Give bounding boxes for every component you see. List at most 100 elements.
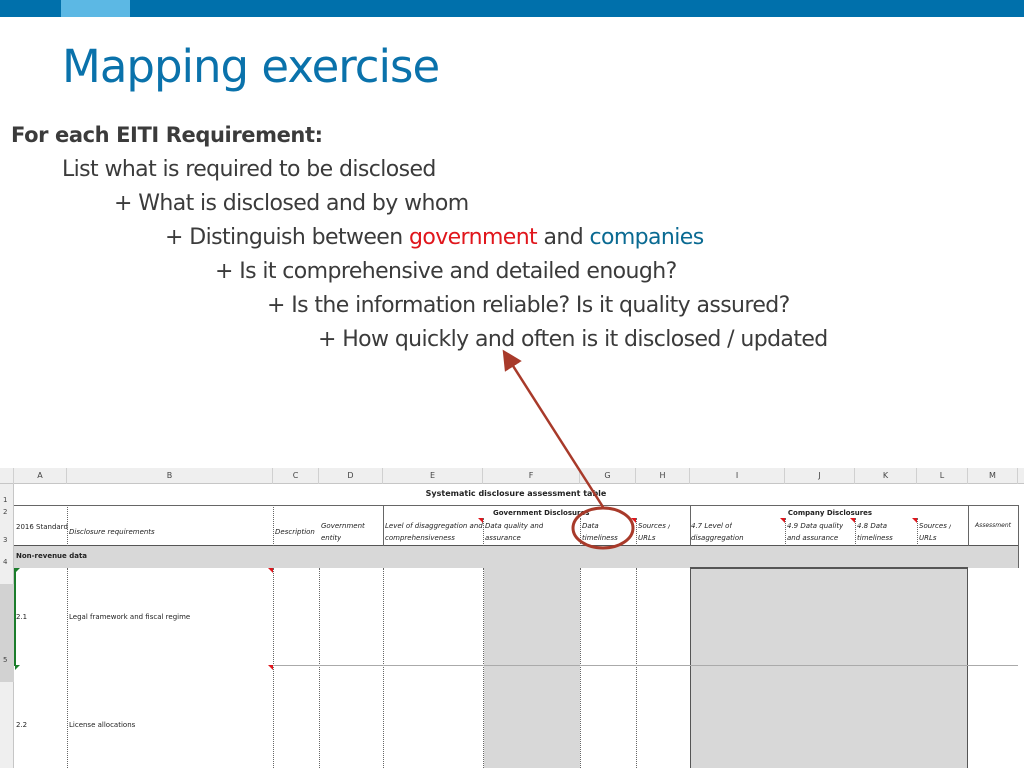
header-sources-1[interactable]: Sources / <box>638 522 670 530</box>
row-separator <box>273 665 1018 666</box>
bullet-heading: For each EITI Requirement: <box>11 123 323 147</box>
header-company-quality-2[interactable]: and assurance <box>787 534 838 542</box>
comment-indicator[interactable] <box>850 518 855 523</box>
col-divider <box>273 568 274 768</box>
header-government-entity-1[interactable]: Government <box>321 522 365 530</box>
companies-highlight: companies <box>589 225 704 250</box>
table-title[interactable]: Systematic disclosure assessment table <box>14 489 1018 498</box>
header-company-sources-1[interactable]: Sources / <box>919 522 951 530</box>
row-2-1-id[interactable]: 2.1 <box>16 613 27 621</box>
company-block-shaded <box>691 568 968 768</box>
row-header-2[interactable]: 2 <box>0 508 14 516</box>
header-description[interactable]: Description <box>275 528 315 536</box>
row-header-4[interactable]: 4 <box>0 558 14 566</box>
column-header-f[interactable]: F <box>483 468 580 484</box>
bullet-line-5: + Is the information reliable? Is it qua… <box>267 293 790 318</box>
hdr-divider <box>855 518 856 546</box>
hdr-divider <box>917 518 918 546</box>
comment-indicator[interactable] <box>478 518 483 523</box>
header-data-quality-1[interactable]: Data quality and <box>485 522 543 530</box>
slide-title: Mapping exercise <box>62 40 440 93</box>
comment-indicator[interactable] <box>268 665 273 670</box>
row-header-selected <box>0 584 14 682</box>
column-header-m[interactable]: M <box>968 468 1018 484</box>
bullet-line-2: + What is disclosed and by whom <box>114 191 469 216</box>
header-2016-standard[interactable]: 2016 Standard <box>16 523 68 531</box>
comment-indicator[interactable] <box>268 568 273 573</box>
company-block-border <box>967 567 968 768</box>
header-disclosure-requirements[interactable]: Disclosure requirements <box>69 528 155 536</box>
comment-indicator[interactable] <box>912 518 917 523</box>
header-level-disaggregation-2[interactable]: comprehensiveness <box>385 534 455 542</box>
col-divider <box>383 568 384 768</box>
hdr-divider <box>580 518 581 546</box>
spreadsheet-screenshot: A B C D E F G H I J K L M 1 2 3 4 5 Syst… <box>0 468 1024 768</box>
bullet-line-3-middle: and <box>537 225 590 250</box>
header-level-disaggregation-1[interactable]: Level of disaggregation and <box>385 522 483 530</box>
comment-indicator[interactable] <box>631 518 636 523</box>
row-2-1-requirement[interactable]: Legal framework and fiscal regime <box>69 613 190 621</box>
bullet-line-4: + Is it comprehensive and detailed enoug… <box>215 259 677 284</box>
group-company-disclosures[interactable]: Company Disclosures <box>785 509 875 517</box>
hdr-divider <box>67 505 68 546</box>
col-divider <box>580 568 581 768</box>
slide-top-bar-accent <box>61 0 130 17</box>
column-header-k[interactable]: K <box>855 468 917 484</box>
row-2-2-id[interactable]: 2.2 <box>16 721 27 729</box>
col-divider <box>636 568 637 768</box>
selection-handle[interactable] <box>15 568 20 573</box>
slide-top-bar <box>0 0 1024 17</box>
header-company-sources-2[interactable]: URLs <box>919 534 937 542</box>
row-header-1[interactable]: 1 <box>0 496 14 504</box>
column-header-h[interactable]: H <box>636 468 690 484</box>
bullet-line-6: + How quickly and often is it disclosed … <box>318 327 828 352</box>
select-all-corner[interactable] <box>0 468 14 484</box>
header-data-timeliness-2[interactable]: timeliness <box>582 534 618 542</box>
column-header-g[interactable]: G <box>580 468 636 484</box>
header-company-level-1[interactable]: 4.7 Level of <box>691 522 732 530</box>
col-divider <box>67 568 68 768</box>
header-data-quality-2[interactable]: assurance <box>485 534 521 542</box>
column-header-i[interactable]: I <box>690 468 785 484</box>
header-data-timeliness-1[interactable]: Data <box>582 522 599 530</box>
header-top-border <box>14 505 1018 506</box>
company-block-border <box>690 567 691 768</box>
group-government-disclosures[interactable]: Government Disclosures <box>483 509 636 517</box>
row-header-5[interactable]: 5 <box>0 656 14 664</box>
bullet-line-3: + Distinguish between government and com… <box>165 225 704 250</box>
hdr-divider <box>636 518 637 546</box>
header-company-quality-1[interactable]: 4.9 Data quality <box>787 522 843 530</box>
header-company-timeliness-1[interactable]: 4.8 Data <box>857 522 887 530</box>
hdr-divider <box>1018 505 1019 568</box>
row-2-2-requirement[interactable]: License allocations <box>69 721 135 729</box>
selection-handle[interactable] <box>15 665 20 670</box>
column-header-e[interactable]: E <box>383 468 483 484</box>
header-assessment[interactable]: Assessment <box>968 522 1018 529</box>
bullet-line-1: List what is required to be disclosed <box>62 157 436 182</box>
header-sources-2[interactable]: URLs <box>638 534 656 542</box>
column-header-a[interactable]: A <box>14 468 67 484</box>
row-header-3[interactable]: 3 <box>0 536 14 544</box>
hdr-divider <box>968 505 969 546</box>
column-header-l[interactable]: L <box>917 468 968 484</box>
col-divider <box>319 568 320 768</box>
hdr-divider <box>785 518 786 546</box>
header-company-level-2[interactable]: disaggregation <box>691 534 744 542</box>
column-header-c[interactable]: C <box>273 468 319 484</box>
column-header-bar: A B C D E F G H I J K L M <box>0 468 1024 484</box>
column-header-b[interactable]: B <box>67 468 273 484</box>
hdr-divider <box>273 505 274 546</box>
column-header-j[interactable]: J <box>785 468 855 484</box>
hdr-divider <box>383 505 384 546</box>
col-divider <box>483 568 484 768</box>
comment-indicator[interactable] <box>780 518 785 523</box>
header-government-entity-2[interactable]: entity <box>321 534 341 542</box>
hdr-divider <box>690 505 691 546</box>
header-company-timeliness-2[interactable]: timeliness <box>857 534 893 542</box>
section-non-revenue-data[interactable]: Non-revenue data <box>16 552 87 560</box>
government-highlight: government <box>408 225 538 250</box>
column-f-shaded <box>484 568 580 768</box>
row-header-bar: 1 2 3 4 5 <box>0 484 14 768</box>
column-header-d[interactable]: D <box>319 468 383 484</box>
company-block-border <box>690 567 968 569</box>
